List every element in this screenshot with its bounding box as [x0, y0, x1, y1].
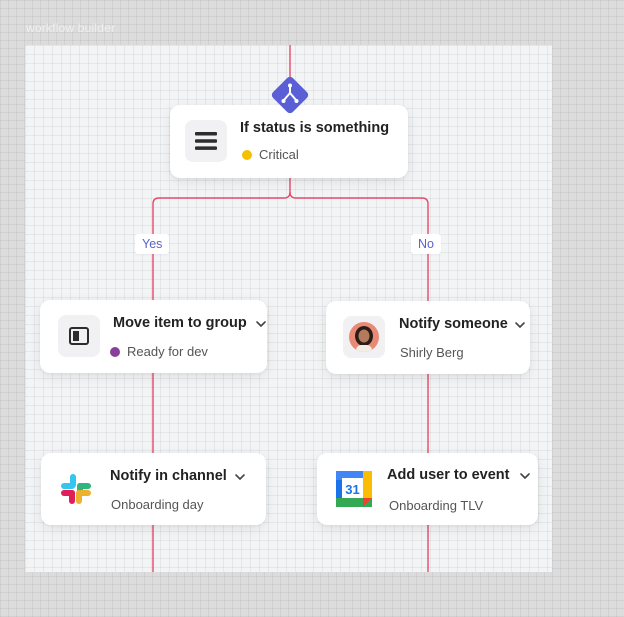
notify-someone-subtitle: Shirly Berg — [400, 345, 464, 360]
notify-someone-title: Notify someone — [399, 316, 508, 332]
notify-someone-card[interactable]: Notify someone Shirly Berg — [326, 301, 530, 374]
condition-card[interactable]: If status is something Critical — [170, 105, 408, 178]
move-item-title: Move item to group — [113, 315, 247, 331]
workflow-canvas[interactable]: If status is something Critical Yes No M… — [25, 45, 552, 572]
no-branch-label: No — [411, 234, 441, 254]
connector-no — [289, 191, 429, 301]
condition-status-label: Critical — [259, 147, 299, 162]
add-user-event-subtitle: Onboarding TLV — [389, 498, 484, 513]
chevron-down-icon[interactable] — [254, 317, 268, 331]
move-item-card[interactable]: Move item to group Ready for dev — [40, 300, 267, 373]
move-item-status-label: Ready for dev — [127, 344, 208, 359]
connector-yes — [152, 178, 291, 300]
chevron-down-icon[interactable] — [518, 469, 532, 483]
add-user-event-card[interactable]: 31 Add user to event Onboarding TLV — [317, 453, 538, 525]
chevron-down-icon[interactable] — [513, 318, 527, 332]
status-dot — [242, 149, 252, 160]
avatar — [343, 316, 385, 358]
slack-icon — [61, 474, 91, 504]
condition-status: Critical — [242, 147, 299, 162]
chevron-down-icon[interactable] — [233, 470, 247, 484]
add-user-event-title: Add user to event — [387, 467, 510, 483]
notify-channel-title: Notify in channel — [110, 468, 227, 484]
google-calendar-icon: 31 — [336, 471, 372, 507]
yes-branch-label: Yes — [135, 234, 170, 254]
notify-channel-card[interactable]: Notify in channel Onboarding day — [41, 453, 266, 525]
status-dot — [110, 346, 120, 357]
list-icon — [185, 120, 227, 162]
notify-channel-subtitle: Onboarding day — [111, 497, 204, 512]
calendar-day: 31 — [345, 482, 359, 497]
move-item-status: Ready for dev — [110, 344, 208, 359]
board-layout-icon — [58, 315, 100, 357]
app-title: workflow builder — [26, 21, 116, 35]
branch-icon — [281, 83, 299, 103]
condition-title: If status is something — [240, 120, 390, 136]
